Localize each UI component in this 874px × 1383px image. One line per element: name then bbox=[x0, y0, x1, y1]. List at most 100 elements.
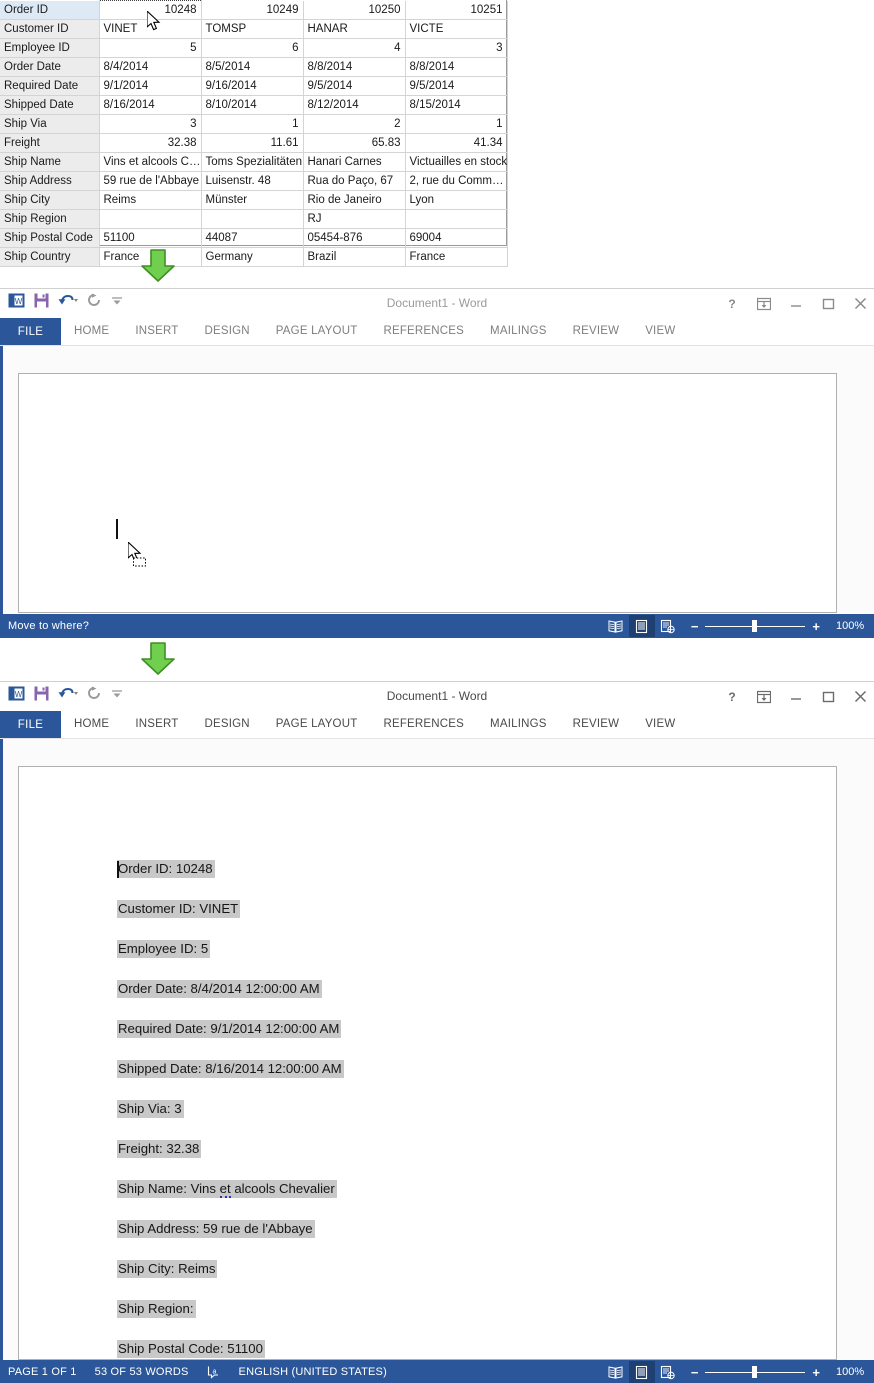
grid-cell[interactable]: 69004 bbox=[405, 228, 508, 248]
tab-page-layout[interactable]: PAGE LAYOUT bbox=[263, 711, 371, 738]
document-line[interactable]: Employee ID: 5 bbox=[117, 939, 344, 958]
grid-cell[interactable]: 3 bbox=[405, 38, 508, 58]
zoom-level-top[interactable]: 100% bbox=[836, 620, 866, 632]
grid-cell[interactable]: 8/5/2014 bbox=[201, 57, 304, 77]
tab-home[interactable]: HOME bbox=[61, 318, 122, 345]
tab-mailings[interactable]: MAILINGS bbox=[477, 318, 560, 345]
grid-cell[interactable]: 05454-876 bbox=[303, 228, 406, 248]
grid-cell[interactable]: France bbox=[405, 247, 508, 267]
zoom-thumb-top[interactable] bbox=[752, 620, 758, 632]
grid-cell[interactable]: RJ bbox=[303, 209, 406, 229]
grid-cell[interactable]: 8/8/2014 bbox=[303, 57, 406, 77]
row-header-order-date[interactable]: Order Date bbox=[0, 57, 100, 77]
zoom-out-button-bottom[interactable]: − bbox=[691, 1366, 699, 1379]
grid-cell[interactable]: HANAR bbox=[303, 19, 406, 39]
document-line[interactable]: Ship City: Reims bbox=[117, 1259, 344, 1278]
table-row[interactable]: Ship Address 59 rue de l'Abbaye Luisenstr.… bbox=[0, 171, 508, 191]
web-layout-button-top[interactable] bbox=[655, 615, 681, 637]
row-header-order-id[interactable]: Order ID bbox=[0, 0, 100, 20]
status-bar-bottom[interactable]: PAGE 1 OF 1 53 OF 53 WORDS a ENGLISH (UN… bbox=[0, 1360, 874, 1383]
document-page-top[interactable] bbox=[18, 373, 837, 613]
grid-cell[interactable] bbox=[405, 209, 508, 229]
grid-cell[interactable]: 8/12/2014 bbox=[303, 95, 406, 115]
print-layout-button-bottom[interactable] bbox=[628, 1361, 655, 1383]
document-line[interactable]: Ship Region: bbox=[117, 1299, 344, 1318]
tab-view[interactable]: VIEW bbox=[632, 711, 688, 738]
grid-cell[interactable]: 32.38 bbox=[99, 133, 202, 153]
table-row[interactable]: Order ID 10248 10249 10250 10251 bbox=[0, 0, 508, 20]
grid-cell[interactable]: 8/15/2014 bbox=[405, 95, 508, 115]
grid-cell[interactable]: 8/16/2014 bbox=[99, 95, 202, 115]
status-left-bottom[interactable]: PAGE 1 OF 1 53 OF 53 WORDS a ENGLISH (UN… bbox=[8, 1360, 387, 1383]
grid-cell[interactable]: 4 bbox=[303, 38, 406, 58]
datasheet-grid[interactable]: Order ID 10248 10249 10250 10251 Customer ID V… bbox=[0, 0, 508, 267]
document-line[interactable]: Required Date: 9/1/2014 12:00:00 AM bbox=[117, 1019, 344, 1038]
grid-cell[interactable]: 6 bbox=[201, 38, 304, 58]
row-header-ship-via[interactable]: Ship Via bbox=[0, 114, 100, 134]
window-controls-top[interactable]: ? bbox=[724, 289, 868, 318]
document-line[interactable]: Order ID: 10248 bbox=[117, 859, 344, 878]
tab-insert[interactable]: INSERT bbox=[122, 318, 191, 345]
grid-cell[interactable]: 1 bbox=[405, 114, 508, 134]
document-line[interactable]: Ship Via: 3 bbox=[117, 1099, 344, 1118]
zoom-slider-top[interactable] bbox=[705, 620, 806, 632]
ribbon-tabs-top[interactable]: FILE HOME INSERT DESIGN PAGE LAYOUT REFERENC… bbox=[0, 318, 874, 345]
zoom-in-button-top[interactable]: + bbox=[812, 620, 820, 633]
grid-cell[interactable]: 11.61 bbox=[201, 133, 304, 153]
row-header-required-date[interactable]: Required Date bbox=[0, 76, 100, 96]
row-header-freight[interactable]: Freight bbox=[0, 133, 100, 153]
grid-cell[interactable]: 41.34 bbox=[405, 133, 508, 153]
status-right-bottom[interactable]: − + 100% bbox=[603, 1360, 866, 1383]
grid-cell[interactable]: VICTE bbox=[405, 19, 508, 39]
grid-cell[interactable]: Toms Spezialitäten bbox=[201, 152, 304, 172]
ribbon-display-options-button[interactable] bbox=[756, 296, 772, 312]
help-button[interactable]: ? bbox=[724, 689, 740, 705]
tab-file-top[interactable]: FILE bbox=[0, 318, 61, 345]
page-indicator[interactable]: PAGE 1 OF 1 bbox=[8, 1366, 77, 1378]
row-header-ship-postal-code[interactable]: Ship Postal Code bbox=[0, 228, 100, 248]
word-window-bottom[interactable]: W Document1 - Word ? FILE HOME INSERT DE… bbox=[0, 681, 874, 1383]
zoom-out-button-top[interactable]: − bbox=[691, 620, 699, 633]
restore-button[interactable] bbox=[820, 689, 836, 705]
document-body-text[interactable]: Order ID: 10248 Customer ID: VINET Employe… bbox=[117, 859, 344, 1360]
help-button[interactable]: ? bbox=[724, 296, 740, 312]
document-line[interactable]: Freight: 32.38 bbox=[117, 1139, 344, 1158]
table-row[interactable]: Ship Region RJ bbox=[0, 209, 508, 229]
zoom-slider-bottom[interactable] bbox=[705, 1366, 806, 1378]
tab-review[interactable]: REVIEW bbox=[560, 318, 633, 345]
table-row[interactable]: Employee ID 5 6 4 3 bbox=[0, 38, 508, 58]
zoom-control-top[interactable]: − + 100% bbox=[691, 620, 866, 633]
minimize-button[interactable] bbox=[788, 296, 804, 312]
table-row[interactable]: Customer ID VINET TOMSP HANAR VICTE bbox=[0, 19, 508, 39]
grid-cell[interactable]: Rua do Paço, 67 bbox=[303, 171, 406, 191]
read-mode-button-bottom[interactable] bbox=[603, 1361, 629, 1383]
row-header-ship-country[interactable]: Ship Country bbox=[0, 247, 100, 267]
grid-cell[interactable]: Germany bbox=[201, 247, 304, 267]
grid-cell[interactable]: 10251 bbox=[405, 0, 508, 20]
grid-cell[interactable]: Münster bbox=[201, 190, 304, 210]
document-line[interactable]: Ship Address: 59 rue de l'Abbaye bbox=[117, 1219, 344, 1238]
web-layout-button-bottom[interactable] bbox=[655, 1361, 681, 1383]
grid-cell[interactable]: 3 bbox=[99, 114, 202, 134]
grid-cell[interactable] bbox=[99, 209, 202, 229]
tab-references[interactable]: REFERENCES bbox=[370, 711, 477, 738]
table-row[interactable]: Ship Name Vins et alcools C… Toms Speziali… bbox=[0, 152, 508, 172]
table-row[interactable]: Ship Country France Germany Brazil France bbox=[0, 247, 508, 267]
grid-cell[interactable]: 9/5/2014 bbox=[303, 76, 406, 96]
row-header-employee-id[interactable]: Employee ID bbox=[0, 38, 100, 58]
grid-cell[interactable]: 2, rue du Comm… bbox=[405, 171, 508, 191]
document-line[interactable]: Customer ID: VINET bbox=[117, 899, 344, 918]
grid-cell[interactable]: 44087 bbox=[201, 228, 304, 248]
row-header-customer-id[interactable]: Customer ID bbox=[0, 19, 100, 39]
table-row[interactable]: Ship Postal Code 51100 44087 05454-876 69004 bbox=[0, 228, 508, 248]
grid-cell[interactable]: 51100 bbox=[99, 228, 202, 248]
language-indicator[interactable]: ENGLISH (UNITED STATES) bbox=[239, 1366, 387, 1378]
minimize-button[interactable] bbox=[788, 689, 804, 705]
grid-cell[interactable]: 9/16/2014 bbox=[201, 76, 304, 96]
grid-cell[interactable]: Luisenstr. 48 bbox=[201, 171, 304, 191]
document-canvas-top[interactable] bbox=[0, 346, 874, 614]
table-row[interactable]: Order Date 8/4/2014 8/5/2014 8/8/2014 8/8/20… bbox=[0, 57, 508, 77]
grid-cell[interactable]: Lyon bbox=[405, 190, 508, 210]
grid-cell[interactable]: 8/4/2014 bbox=[99, 57, 202, 77]
grid-cell[interactable]: 9/5/2014 bbox=[405, 76, 508, 96]
